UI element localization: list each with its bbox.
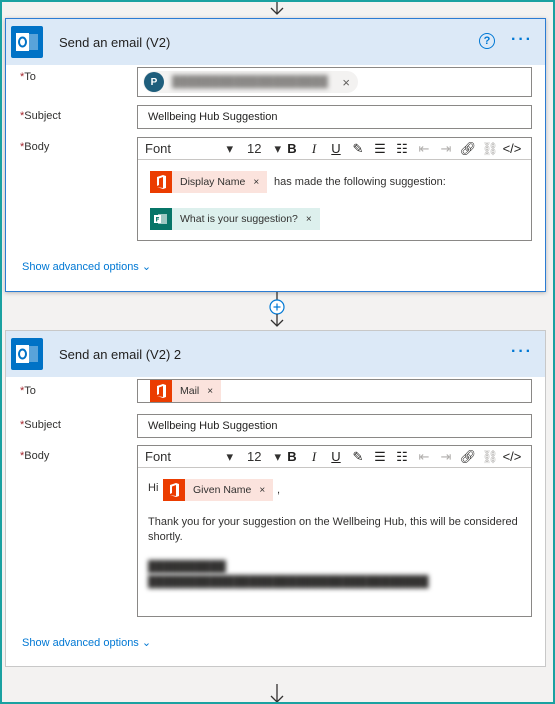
underline-icon[interactable]: U — [325, 449, 347, 464]
italic-icon[interactable]: I — [303, 449, 325, 465]
increase-indent-icon[interactable]: ⇥ — [435, 141, 457, 157]
forms-icon: F — [150, 208, 172, 230]
comma-text: , — [277, 484, 281, 496]
token-label: What is your suggestion? — [180, 213, 298, 225]
chevron-down-icon: ⌄ — [141, 261, 152, 273]
dynamic-token-given-name[interactable]: Given Name × — [163, 479, 274, 501]
highlight-icon[interactable]: ✎ — [347, 449, 369, 465]
token-label: Mail — [180, 385, 200, 397]
unlink-icon[interactable]: ⛓︎ — [479, 141, 501, 157]
help-icon[interactable]: ? — [479, 33, 495, 49]
link-icon[interactable]: 🔗︎ — [457, 141, 479, 157]
card-header[interactable]: Send an email (V2) ? ··· — [6, 19, 545, 65]
decrease-indent-icon[interactable]: ⇤ — [413, 141, 435, 157]
increase-indent-icon[interactable]: ⇥ — [435, 449, 457, 465]
token-label: Given Name — [193, 484, 252, 496]
remove-recipient-icon[interactable]: × — [342, 75, 350, 90]
body-editor[interactable]: Font ▾ 12 ▾ B I U ✎ ☰ ☷ ⇤ ⇥ 🔗︎ ⛓︎ </> Hi G… — [137, 445, 532, 617]
card-title: Send an email (V2) 2 — [59, 346, 182, 362]
subject-label: *Subject — [20, 110, 61, 122]
chevron-down-icon: ⌄ — [141, 637, 152, 649]
bullet-list-icon[interactable]: ☰ — [369, 141, 391, 157]
body-label: *Body — [20, 141, 50, 153]
code-view-icon[interactable]: </> — [501, 141, 523, 156]
office365-icon — [150, 380, 172, 402]
decrease-indent-icon[interactable]: ⇤ — [413, 449, 435, 465]
dynamic-token-suggestion[interactable]: F What is your suggestion? × — [150, 208, 320, 230]
link-icon[interactable]: 🔗︎ — [457, 449, 479, 465]
avatar: P — [144, 72, 164, 92]
recipient-chip[interactable]: P ████████████████████ × — [143, 71, 358, 93]
flow-arrow-top — [270, 0, 284, 15]
dynamic-token-mail[interactable]: Mail × — [150, 380, 222, 402]
body-line-1: Thank you for your suggestion on the Wel… — [148, 516, 518, 528]
remove-token-icon[interactable]: × — [253, 177, 259, 188]
remove-token-icon[interactable]: × — [306, 214, 312, 225]
send-email-card-2[interactable]: Send an email (V2) 2 ··· *To Mail × *Sub… — [5, 330, 546, 667]
show-advanced-options-link[interactable]: Show advanced options ⌄ — [22, 260, 151, 273]
remove-token-icon[interactable]: × — [207, 386, 213, 397]
highlight-icon[interactable]: ✎ — [347, 141, 369, 157]
redacted-signature-title: ████████████████████████████████████ — [148, 576, 429, 588]
show-advanced-options-link[interactable]: Show advanced options ⌄ — [22, 636, 151, 649]
more-options-icon[interactable]: ··· — [511, 343, 533, 361]
italic-icon[interactable]: I — [303, 141, 325, 157]
greeting-text: Hi — [148, 482, 159, 494]
rich-text-toolbar: Font ▾ 12 ▾ B I U ✎ ☰ ☷ ⇤ ⇥ 🔗︎ ⛓︎ </> — [138, 138, 531, 160]
to-field[interactable]: P ████████████████████ × — [137, 67, 532, 97]
underline-icon[interactable]: U — [325, 141, 347, 156]
body-text-1: has made the following suggestion: — [274, 176, 446, 188]
rich-text-toolbar: Font ▾ 12 ▾ B I U ✎ ☰ ☷ ⇤ ⇥ 🔗︎ ⛓︎ </> — [138, 446, 531, 468]
unlink-icon[interactable]: ⛓︎ — [479, 449, 501, 465]
svg-text:F: F — [156, 217, 160, 224]
bold-icon[interactable]: B — [281, 141, 303, 156]
subject-value: Wellbeing Hub Suggestion — [148, 420, 278, 432]
code-view-icon[interactable]: </> — [501, 449, 523, 464]
subject-value: Wellbeing Hub Suggestion — [148, 111, 278, 123]
numbered-list-icon[interactable]: ☷ — [391, 449, 413, 465]
font-size-dropdown[interactable]: 12 ▾ — [247, 141, 281, 157]
body-label: *Body — [20, 450, 50, 462]
outlook-icon — [11, 338, 43, 370]
card-title: Send an email (V2) — [59, 34, 171, 50]
send-email-card-1[interactable]: Send an email (V2) ? ··· *To P █████████… — [5, 18, 546, 292]
subject-input[interactable]: Wellbeing Hub Suggestion — [137, 414, 532, 438]
to-label: *To — [20, 385, 36, 397]
card-header[interactable]: Send an email (V2) 2 ··· — [6, 331, 545, 377]
flow-arrow-bottom — [270, 684, 284, 703]
to-field[interactable]: Mail × — [137, 379, 532, 403]
font-dropdown[interactable]: Font ▾ — [145, 449, 233, 465]
outlook-icon — [11, 26, 43, 58]
dynamic-token-display-name[interactable]: Display Name × — [150, 171, 268, 193]
to-label: *To — [20, 71, 36, 83]
body-line-2: shortly. — [148, 531, 183, 543]
redacted-signature-name: ██████████ — [148, 561, 226, 573]
flow-arrow-middle — [269, 292, 285, 327]
redacted-email: ████████████████████ — [172, 76, 328, 88]
bullet-list-icon[interactable]: ☰ — [369, 449, 391, 465]
subject-input[interactable]: Wellbeing Hub Suggestion — [137, 105, 532, 129]
remove-token-icon[interactable]: × — [259, 485, 265, 496]
subject-label: *Subject — [20, 419, 61, 431]
token-label: Display Name — [180, 176, 246, 188]
office365-icon — [150, 171, 172, 193]
office365-icon — [163, 479, 185, 501]
more-options-icon[interactable]: ··· — [511, 31, 533, 49]
numbered-list-icon[interactable]: ☷ — [391, 141, 413, 157]
body-editor[interactable]: Font ▾ 12 ▾ B I U ✎ ☰ ☷ ⇤ ⇥ 🔗︎ ⛓︎ </> Disp… — [137, 137, 532, 241]
font-dropdown[interactable]: Font ▾ — [145, 141, 233, 157]
bold-icon[interactable]: B — [281, 449, 303, 464]
font-size-dropdown[interactable]: 12 ▾ — [247, 449, 281, 465]
